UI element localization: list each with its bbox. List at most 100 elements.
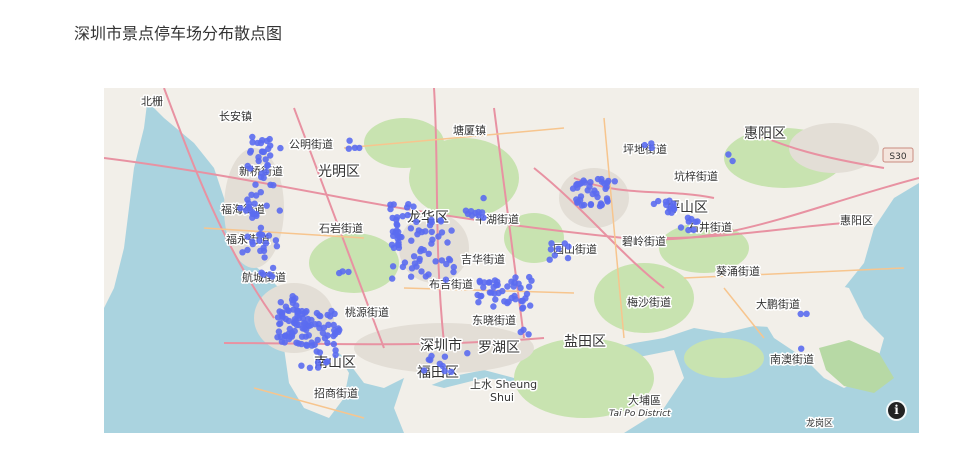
parking-point[interactable] <box>300 319 308 327</box>
scatter-map[interactable]: S30 北栅 长安镇 公明街道 光明区 塘厦镇 惠阳区 坪地街道 坑梓街道 坪山… <box>104 88 919 433</box>
parking-point[interactable] <box>685 218 692 225</box>
parking-point[interactable] <box>311 341 318 348</box>
parking-point[interactable] <box>263 202 270 209</box>
parking-point[interactable] <box>462 207 470 214</box>
parking-point[interactable] <box>598 201 605 209</box>
parking-point[interactable] <box>247 147 255 155</box>
parking-point[interactable] <box>407 273 415 280</box>
parking-point[interactable] <box>508 278 515 285</box>
parking-point[interactable] <box>253 212 260 219</box>
parking-point[interactable] <box>303 342 311 349</box>
parking-point[interactable] <box>666 205 673 212</box>
parking-point[interactable] <box>418 268 425 275</box>
parking-point[interactable] <box>476 277 483 285</box>
parking-point[interactable] <box>255 154 262 161</box>
parking-point[interactable] <box>257 224 265 231</box>
parking-point[interactable] <box>407 225 415 232</box>
parking-point[interactable] <box>251 200 258 207</box>
parking-point[interactable] <box>389 263 397 270</box>
parking-point[interactable] <box>605 177 612 185</box>
parking-point[interactable] <box>410 253 418 260</box>
parking-point[interactable] <box>289 293 296 300</box>
parking-point[interactable] <box>798 345 805 352</box>
parking-point[interactable] <box>438 257 446 264</box>
parking-point[interactable] <box>437 218 445 225</box>
parking-point[interactable] <box>490 303 497 310</box>
parking-point[interactable] <box>464 350 471 357</box>
parking-point[interactable] <box>276 320 283 328</box>
parking-point[interactable] <box>591 187 598 194</box>
parking-point[interactable] <box>285 335 293 343</box>
parking-point[interactable] <box>293 321 300 329</box>
parking-point[interactable] <box>519 304 527 311</box>
parking-point[interactable] <box>677 224 685 231</box>
parking-point[interactable] <box>265 145 272 153</box>
parking-point[interactable] <box>468 212 476 219</box>
parking-point[interactable] <box>314 364 322 371</box>
parking-point[interactable] <box>328 307 335 315</box>
parking-point[interactable] <box>330 340 337 348</box>
parking-point[interactable] <box>439 362 446 370</box>
parking-point[interactable] <box>301 325 308 332</box>
parking-point[interactable] <box>263 168 270 176</box>
parking-point[interactable] <box>569 185 577 192</box>
parking-point[interactable] <box>420 367 428 374</box>
parking-point[interactable] <box>587 179 594 186</box>
parking-point[interactable] <box>594 175 602 183</box>
parking-point[interactable] <box>298 333 306 340</box>
parking-point[interactable] <box>404 211 411 219</box>
parking-point[interactable] <box>324 332 331 339</box>
parking-point[interactable] <box>277 299 284 306</box>
parking-point[interactable] <box>277 144 284 152</box>
parking-point[interactable] <box>273 243 281 250</box>
parking-point[interactable] <box>547 246 555 253</box>
parking-point[interactable] <box>428 352 435 360</box>
parking-point[interactable] <box>508 294 515 302</box>
parking-point[interactable] <box>425 250 432 257</box>
parking-point[interactable] <box>332 351 339 359</box>
parking-point[interactable] <box>298 340 305 348</box>
parking-point[interactable] <box>435 233 442 240</box>
parking-point[interactable] <box>662 198 670 205</box>
parking-point[interactable] <box>267 181 274 188</box>
parking-point[interactable] <box>432 258 439 265</box>
parking-point[interactable] <box>413 263 420 270</box>
parking-point[interactable] <box>257 173 265 181</box>
parking-point[interactable] <box>603 195 611 202</box>
parking-point[interactable] <box>555 245 562 252</box>
parking-point[interactable] <box>450 263 457 271</box>
parking-point[interactable] <box>408 237 415 244</box>
parking-point[interactable] <box>492 296 499 303</box>
parking-point[interactable] <box>298 362 305 369</box>
parking-point[interactable] <box>448 227 455 234</box>
parking-point[interactable] <box>527 302 534 309</box>
parking-point[interactable] <box>446 257 454 264</box>
info-icon[interactable]: i <box>888 402 905 419</box>
parking-point[interactable] <box>564 254 572 262</box>
parking-point[interactable] <box>486 289 494 296</box>
parking-point[interactable] <box>491 277 499 284</box>
parking-point[interactable] <box>257 139 265 147</box>
parking-point[interactable] <box>602 185 609 192</box>
map-canvas[interactable]: S30 北栅 长安镇 公明街道 光明区 塘厦镇 惠阳区 坪地街道 坑梓街道 坪山… <box>104 88 919 433</box>
parking-point[interactable] <box>480 194 487 202</box>
parking-point[interactable] <box>325 321 332 328</box>
parking-point[interactable] <box>519 297 526 305</box>
parking-point[interactable] <box>584 187 591 194</box>
parking-point[interactable] <box>262 156 269 163</box>
parking-point[interactable] <box>316 349 324 356</box>
parking-point[interactable] <box>526 283 533 290</box>
parking-point[interactable] <box>725 151 732 158</box>
parking-point[interactable] <box>291 316 299 323</box>
parking-point[interactable] <box>237 205 244 212</box>
parking-point[interactable] <box>244 162 251 170</box>
parking-point[interactable] <box>475 208 482 216</box>
parking-point[interactable] <box>480 214 487 221</box>
parking-point[interactable] <box>260 271 267 278</box>
parking-point[interactable] <box>282 303 290 310</box>
parking-point[interactable] <box>441 353 449 360</box>
parking-point[interactable] <box>650 200 658 208</box>
parking-point[interactable] <box>266 271 273 278</box>
parking-point[interactable] <box>414 231 421 238</box>
parking-point[interactable] <box>256 237 263 244</box>
